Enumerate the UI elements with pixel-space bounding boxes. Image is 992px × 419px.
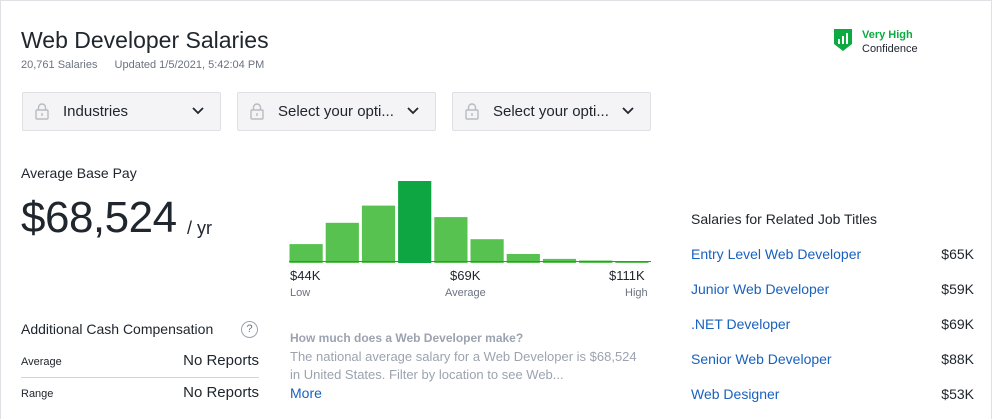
related-job-link[interactable]: .NET Developer xyxy=(691,316,790,332)
dropdown-label: Industries xyxy=(63,103,129,120)
additional-cash-label: Additional Cash Compensation xyxy=(21,321,214,337)
lock-icon xyxy=(35,103,49,120)
more-link[interactable]: More xyxy=(290,385,322,401)
salary-panel: Web Developer Salaries 20,761 Salaries U… xyxy=(0,0,992,419)
related-job-pay: $53K xyxy=(941,386,974,402)
related-job-link[interactable]: Web Designer xyxy=(691,386,779,402)
salary-meta: 20,761 Salaries Updated 1/5/2021, 5:42:0… xyxy=(21,59,264,71)
related-job-pay: $65K xyxy=(941,246,974,262)
related-job-pay: $69K xyxy=(941,316,974,332)
filter-dropdown-3[interactable]: Select your opti... xyxy=(452,92,651,131)
related-job-pay: $88K xyxy=(941,351,974,367)
filter-dropdown-2[interactable]: Select your opti... xyxy=(237,92,436,131)
industries-dropdown[interactable]: Industries xyxy=(22,92,221,131)
histogram-baseline xyxy=(289,261,651,262)
salary-histogram xyxy=(289,181,649,263)
confidence-level: Very High xyxy=(862,29,913,41)
related-job-link[interactable]: Junior Web Developer xyxy=(691,281,829,297)
related-row: Junior Web Developer $59K xyxy=(691,281,974,301)
tick-low-value: $44K xyxy=(290,268,321,283)
tick-average-value: $69K xyxy=(450,268,481,283)
cash-average-label: Average xyxy=(21,356,62,368)
confidence-text: Very High Confidence xyxy=(862,28,918,56)
chevron-down-icon xyxy=(407,107,419,115)
cash-average-value: No Reports xyxy=(183,352,259,369)
faq-answer: The national average salary for a Web De… xyxy=(290,349,637,382)
lock-icon xyxy=(465,103,479,120)
tick-high-label: High xyxy=(625,287,648,299)
chevron-down-icon xyxy=(192,107,204,115)
dropdown-label: Select your opti... xyxy=(493,103,609,120)
related-row: .NET Developer $69K xyxy=(691,316,974,336)
tick-high-value: $111K xyxy=(609,268,645,283)
related-job-pay: $59K xyxy=(941,281,974,297)
pay-period-unit: / yr xyxy=(187,218,212,238)
related-job-link[interactable]: Entry Level Web Developer xyxy=(691,246,861,262)
chevron-down-icon xyxy=(622,107,634,115)
histogram-bar-average xyxy=(398,181,432,263)
histogram-bar xyxy=(325,222,359,263)
page-title: Web Developer Salaries xyxy=(21,27,269,53)
average-base-pay-label: Average Base Pay xyxy=(21,165,137,181)
confidence-indicator: Very High Confidence xyxy=(833,28,918,56)
dropdown-label: Select your opti... xyxy=(278,103,394,120)
divider xyxy=(21,377,259,378)
average-base-pay-value: $68,524 xyxy=(21,193,177,242)
histogram-bar xyxy=(470,239,504,263)
salary-count: 20,761 Salaries xyxy=(21,59,98,71)
related-row: Senior Web Developer $88K xyxy=(691,351,974,371)
confidence-label: Confidence xyxy=(862,43,918,55)
help-icon[interactable]: ? xyxy=(241,321,258,338)
histogram-bar xyxy=(361,205,396,263)
cash-range-value: No Reports xyxy=(183,384,259,401)
tick-average-label: Average xyxy=(445,287,486,299)
related-titles-heading: Salaries for Related Job Titles xyxy=(691,211,877,227)
cash-range-label: Range xyxy=(21,388,54,400)
cash-average-row: Average No Reports xyxy=(21,352,259,369)
confidence-shield-icon xyxy=(834,29,852,51)
related-row: Entry Level Web Developer $65K xyxy=(691,246,974,266)
updated-timestamp: Updated 1/5/2021, 5:42:04 PM xyxy=(114,59,265,71)
faq-question: How much does a Web Developer make? xyxy=(290,331,524,345)
cash-range-row: Range No Reports xyxy=(21,384,259,401)
related-job-link[interactable]: Senior Web Developer xyxy=(691,351,832,367)
related-row: Web Designer $53K xyxy=(691,386,974,406)
lock-icon xyxy=(250,103,264,120)
tick-low-label: Low xyxy=(290,287,311,299)
histogram-bar xyxy=(434,217,468,263)
